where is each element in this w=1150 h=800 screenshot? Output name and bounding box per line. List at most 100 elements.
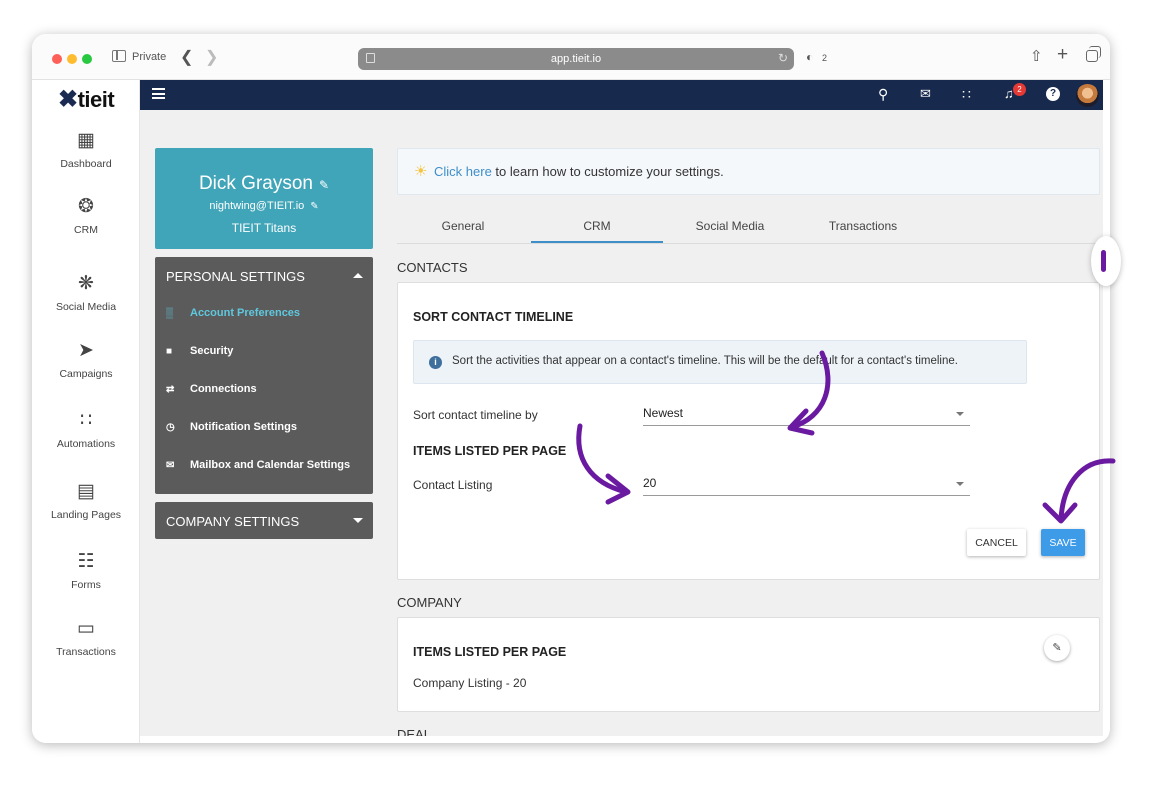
- save-button[interactable]: SAVE: [1041, 529, 1085, 556]
- expand-caret-icon[interactable]: [353, 518, 363, 523]
- card-icon: ▭: [77, 618, 95, 639]
- annotation-arrow-listing: [576, 423, 631, 505]
- nav-item-forms[interactable]: ☷ Forms: [32, 551, 140, 591]
- info-icon: i: [429, 356, 442, 369]
- nav-item-campaigns[interactable]: ➤ Campaigns: [32, 340, 140, 380]
- landing-pages-icon: ▤: [77, 481, 95, 502]
- edit-name-icon[interactable]: ✎: [319, 178, 329, 192]
- settings-item-mailbox-calendar[interactable]: ✉ Mailbox and Calendar Settings: [166, 459, 350, 471]
- tab-general[interactable]: General: [397, 219, 529, 233]
- profile-email-row: nightwing@TIEIT.io ✎: [155, 200, 373, 212]
- settings-item-label: Notification Settings: [190, 421, 297, 433]
- dropdown-arrow-icon: [956, 482, 964, 486]
- sort-by-value: Newest: [643, 406, 684, 420]
- notification-badge: 2: [1013, 83, 1026, 96]
- dropdown-arrow-icon: [956, 412, 964, 416]
- click-here-link[interactable]: Click here: [434, 164, 492, 179]
- company-settings-panel[interactable]: COMPANY SETTINGS: [155, 502, 373, 539]
- user-avatar[interactable]: [1076, 84, 1099, 107]
- nav-label: Landing Pages: [50, 509, 122, 521]
- browser-window: Private ❮ ❯ app.tieit.io ↻ ◐ 2 ⇧ + ✖tiei…: [32, 34, 1110, 743]
- note-text: Sort the activities that appear on a con…: [452, 355, 958, 367]
- nav-item-social-media[interactable]: ❋ Social Media: [32, 273, 140, 313]
- collapse-caret-icon[interactable]: [353, 273, 363, 278]
- tab-overview-icon[interactable]: [1086, 46, 1101, 62]
- company-settings-header: COMPANY SETTINGS: [166, 514, 300, 529]
- settings-item-label: Account Preferences: [190, 307, 301, 319]
- help-icon[interactable]: ?: [1046, 87, 1060, 101]
- nav-label: Forms: [71, 579, 101, 591]
- settings-item-label: Mailbox and Calendar Settings: [190, 459, 351, 471]
- dashboard-icon: ▦: [77, 130, 95, 151]
- zoom-window-button[interactable]: [82, 54, 92, 64]
- contact-listing-value: 20: [643, 476, 657, 490]
- banner-text: Click here to learn how to customize you…: [434, 164, 724, 179]
- new-tab-icon[interactable]: +: [1057, 44, 1068, 66]
- nav-item-crm[interactable]: ❂ CRM: [32, 196, 140, 236]
- settings-item-security[interactable]: ■ Security: [166, 345, 233, 357]
- profile-name: Dick Grayson: [198, 173, 313, 194]
- minimize-window-button[interactable]: [67, 54, 77, 64]
- alarm-icon: ◷: [166, 422, 175, 433]
- tab-social-media[interactable]: Social Media: [664, 219, 796, 233]
- items-per-page-title: ITEMS LISTED PER PAGE: [413, 444, 567, 458]
- mail-icon: ✉: [166, 460, 175, 471]
- mail-icon[interactable]: ✉: [920, 86, 931, 102]
- back-icon[interactable]: ❮: [180, 47, 193, 67]
- send-icon: ➤: [78, 340, 94, 361]
- tab-crm[interactable]: CRM: [531, 219, 663, 233]
- edit-company-button[interactable]: ✎: [1044, 635, 1070, 661]
- contacts-section-label: CONTACTS: [397, 260, 468, 275]
- nav-label: Transactions: [56, 646, 116, 658]
- nav-item-automations[interactable]: ∷ Automations: [32, 410, 140, 450]
- reload-icon[interactable]: ↻: [778, 51, 788, 65]
- lock-icon: ■: [166, 346, 173, 357]
- close-window-button[interactable]: [52, 54, 62, 64]
- personal-settings-panel: PERSONAL SETTINGS ▒ Account Preferences ■…: [155, 257, 373, 494]
- company-card: ITEMS LISTED PER PAGE Company Listing - …: [397, 617, 1100, 712]
- nav-item-transactions[interactable]: ▭ Transactions: [32, 618, 140, 658]
- cancel-button[interactable]: CANCEL: [967, 529, 1026, 556]
- settings-item-connections[interactable]: ⇄ Connections: [166, 383, 257, 395]
- bank-icon: ▒: [166, 308, 174, 319]
- apps-grid-icon[interactable]: ∷: [962, 86, 971, 103]
- profile-name-row: Dick Grayson ✎: [155, 173, 373, 195]
- nav-item-dashboard[interactable]: ▦ Dashboard: [32, 130, 140, 170]
- personal-settings-header[interactable]: PERSONAL SETTINGS: [166, 269, 305, 284]
- company-items-title: ITEMS LISTED PER PAGE: [413, 645, 567, 659]
- customize-info-banner: ☀ Click here to learn how to customize y…: [397, 148, 1100, 195]
- search-icon[interactable]: ⚲: [878, 86, 888, 103]
- sidebar-toggle-icon[interactable]: [112, 50, 126, 62]
- settings-tabs: General CRM Social Media Transactions: [397, 208, 1100, 244]
- nav-label: Social Media: [55, 301, 117, 313]
- address-bar[interactable]: app.tieit.io ↻: [358, 48, 794, 70]
- tieit-logo[interactable]: ✖tieit: [58, 85, 115, 114]
- app-left-nav: ✖tieit ▦ Dashboard ❂ CRM ❋ Social Media …: [32, 80, 140, 743]
- settings-item-notifications[interactable]: ◷ Notification Settings: [166, 421, 297, 433]
- automations-icon: ∷: [79, 410, 93, 431]
- contact-listing-label: Contact Listing: [413, 478, 493, 492]
- profile-team: TIEIT Titans: [231, 221, 297, 235]
- nav-item-landing-pages[interactable]: ▤ Landing Pages: [32, 481, 140, 521]
- contact-listing-select[interactable]: 20: [643, 474, 970, 496]
- banner-message: to learn how to customize your settings.: [491, 164, 724, 179]
- shield-icon[interactable]: ◐: [806, 50, 813, 64]
- settings-item-account-preferences[interactable]: ▒ Account Preferences: [166, 307, 300, 319]
- tab-transactions[interactable]: Transactions: [797, 219, 929, 233]
- nav-label: Campaigns: [59, 368, 113, 380]
- nav-label: CRM: [74, 224, 98, 236]
- edit-email-icon[interactable]: ✎: [310, 201, 318, 212]
- active-tab-indicator: [531, 241, 663, 243]
- settings-item-label: Security: [190, 345, 234, 357]
- annotation-arrow-sort: [787, 350, 831, 436]
- profile-card: Dick Grayson ✎ nightwing@TIEIT.io ✎ TIEIT …: [155, 148, 373, 249]
- menu-icon[interactable]: [152, 88, 165, 99]
- settings-item-label: Connections: [190, 383, 257, 395]
- contacts-card: SORT CONTACT TIMELINE i Sort the activit…: [397, 282, 1100, 580]
- sort-timeline-title: SORT CONTACT TIMELINE: [413, 310, 574, 324]
- decorative-circle: [1091, 236, 1121, 286]
- forward-icon[interactable]: ❯: [205, 47, 218, 67]
- app-topbar: ⚲ ✉ ∷ ♫ 2 ?: [140, 80, 1103, 110]
- sort-timeline-note: i Sort the activities that appear on a c…: [413, 340, 1027, 384]
- share-icon[interactable]: ⇧: [1030, 47, 1043, 65]
